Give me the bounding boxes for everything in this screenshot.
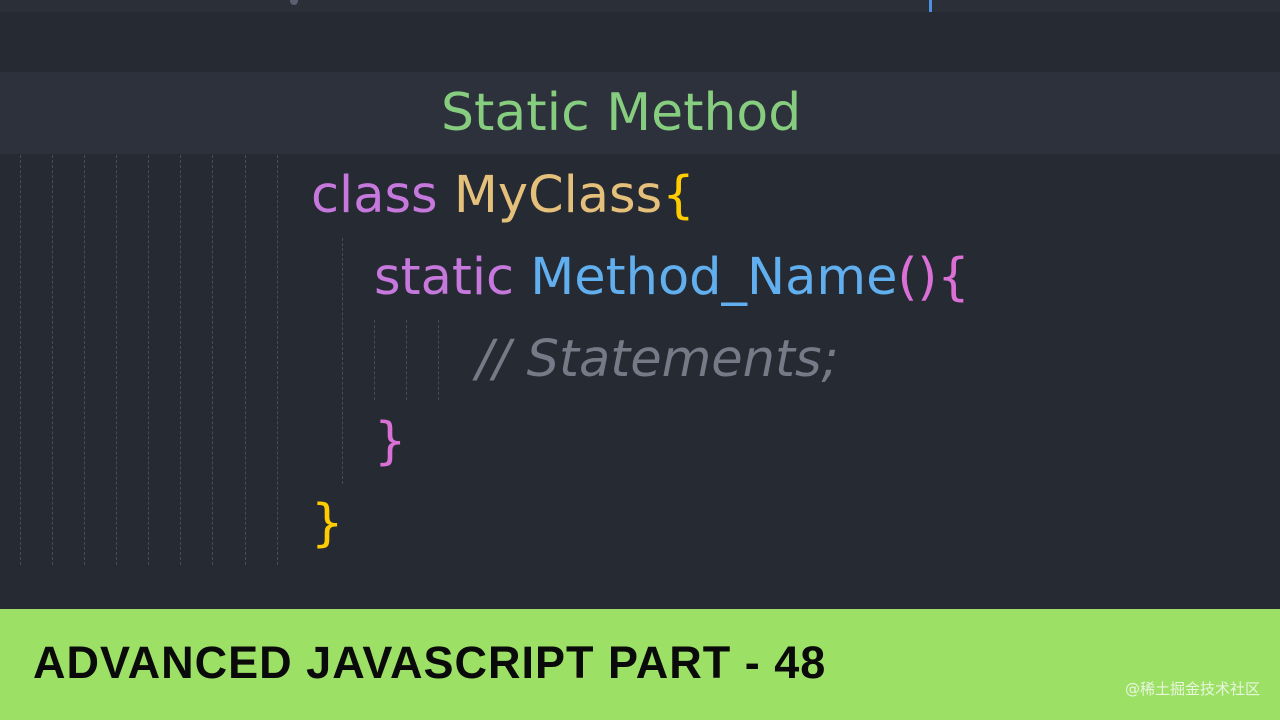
indent-guide	[212, 155, 213, 565]
code-line-method-close: }	[374, 409, 406, 475]
banner-title: ADVANCED JAVASCRIPT PART - 48	[33, 637, 827, 688]
indent-guide	[52, 155, 53, 565]
keyword-class: class	[311, 166, 438, 225]
watermark: @稀土掘金技术社区	[1124, 680, 1260, 698]
class-name: MyClass	[453, 166, 663, 225]
method-open-brace: {	[937, 248, 970, 307]
indent-guide	[374, 320, 375, 400]
class-open-brace: {	[662, 166, 695, 225]
keyword-static: static	[374, 248, 515, 307]
method-parens: ()	[897, 248, 938, 307]
indent-guide	[438, 320, 439, 400]
method-name: Method_Name	[530, 248, 898, 307]
code-line-class-close: }	[311, 491, 343, 557]
indent-guide	[277, 155, 278, 565]
method-close-brace: }	[374, 412, 407, 471]
code-line-class-declaration: class MyClass{	[311, 163, 695, 229]
indent-guide	[148, 155, 149, 565]
indent-guide	[180, 155, 181, 565]
editor-top-bar	[0, 0, 1280, 12]
text-cursor	[929, 0, 932, 12]
indent-guide	[342, 238, 343, 484]
indent-guide	[406, 320, 407, 400]
class-close-brace: }	[311, 494, 344, 553]
indent-guide	[245, 155, 246, 565]
code-line-static-method: static Method_Name(){	[374, 245, 970, 311]
indent-guide	[116, 155, 117, 565]
page-title: Static Method	[441, 83, 802, 143]
code-line-comment: // Statements;	[476, 327, 839, 393]
editor-thumbnail: Static Method class MyClass{ static Meth…	[0, 0, 1280, 720]
indent-guide	[20, 155, 21, 565]
indent-guide	[84, 155, 85, 565]
statements-comment: // Statements;	[476, 330, 839, 389]
